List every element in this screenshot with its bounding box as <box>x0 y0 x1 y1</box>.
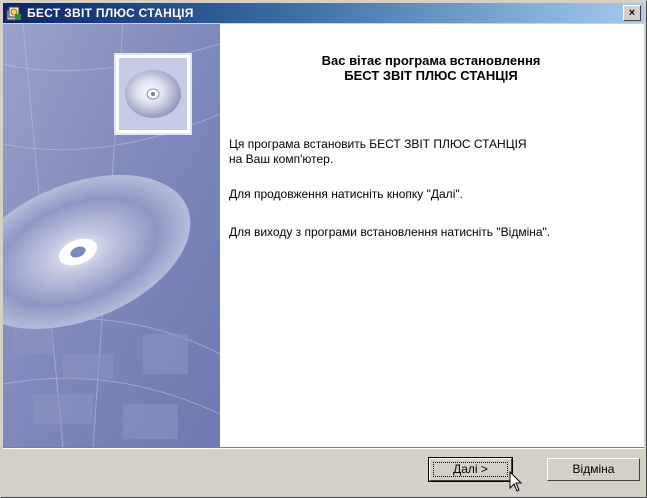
next-button[interactable]: Далі > <box>428 457 513 482</box>
next-accelerator: Д <box>453 462 462 476</box>
window-title: БЕСТ ЗВІТ ПЛЮС СТАНЦІЯ <box>27 6 194 20</box>
install-description: Ця програма встановить БЕСТ ЗВІТ ПЛЮС СТ… <box>229 137 639 167</box>
cancel-button[interactable]: Відміна <box>547 458 640 481</box>
title-bar[interactable]: БЕСТ ЗВІТ ПЛЮС СТАНЦІЯ × <box>3 3 644 23</box>
wizard-content: Вас вітає програма встановлення БЕСТ ЗВІ… <box>3 24 644 447</box>
description-line1: Ця програма встановить БЕСТ ЗВІТ ПЛЮС СТ… <box>229 137 527 151</box>
next-label-rest: алі > <box>461 462 488 476</box>
close-button[interactable]: × <box>623 5 641 21</box>
welcome-heading: Вас вітає програма встановлення БЕСТ ЗВІ… <box>221 53 641 83</box>
exit-instruction: Для виходу з програми встановлення натис… <box>229 225 551 239</box>
installer-app-icon <box>6 6 21 21</box>
continue-instruction: Для продовження натисніть кнопку "Далі". <box>229 187 463 201</box>
cd-disc-banner-image <box>3 24 220 447</box>
welcome-heading-line2: БЕСТ ЗВІТ ПЛЮС СТАНЦІЯ <box>344 68 518 83</box>
mouse-cursor-icon <box>509 471 523 492</box>
next-button-label: Далі > <box>453 462 488 476</box>
installer-window: БЕСТ ЗВІТ ПЛЮС СТАНЦІЯ × Вас вітає прогр… <box>0 0 647 498</box>
button-area-divider <box>3 447 644 449</box>
welcome-heading-line1: Вас вітає програма встановлення <box>321 53 541 68</box>
description-line2: на Ваш комп'ютер. <box>229 152 334 166</box>
